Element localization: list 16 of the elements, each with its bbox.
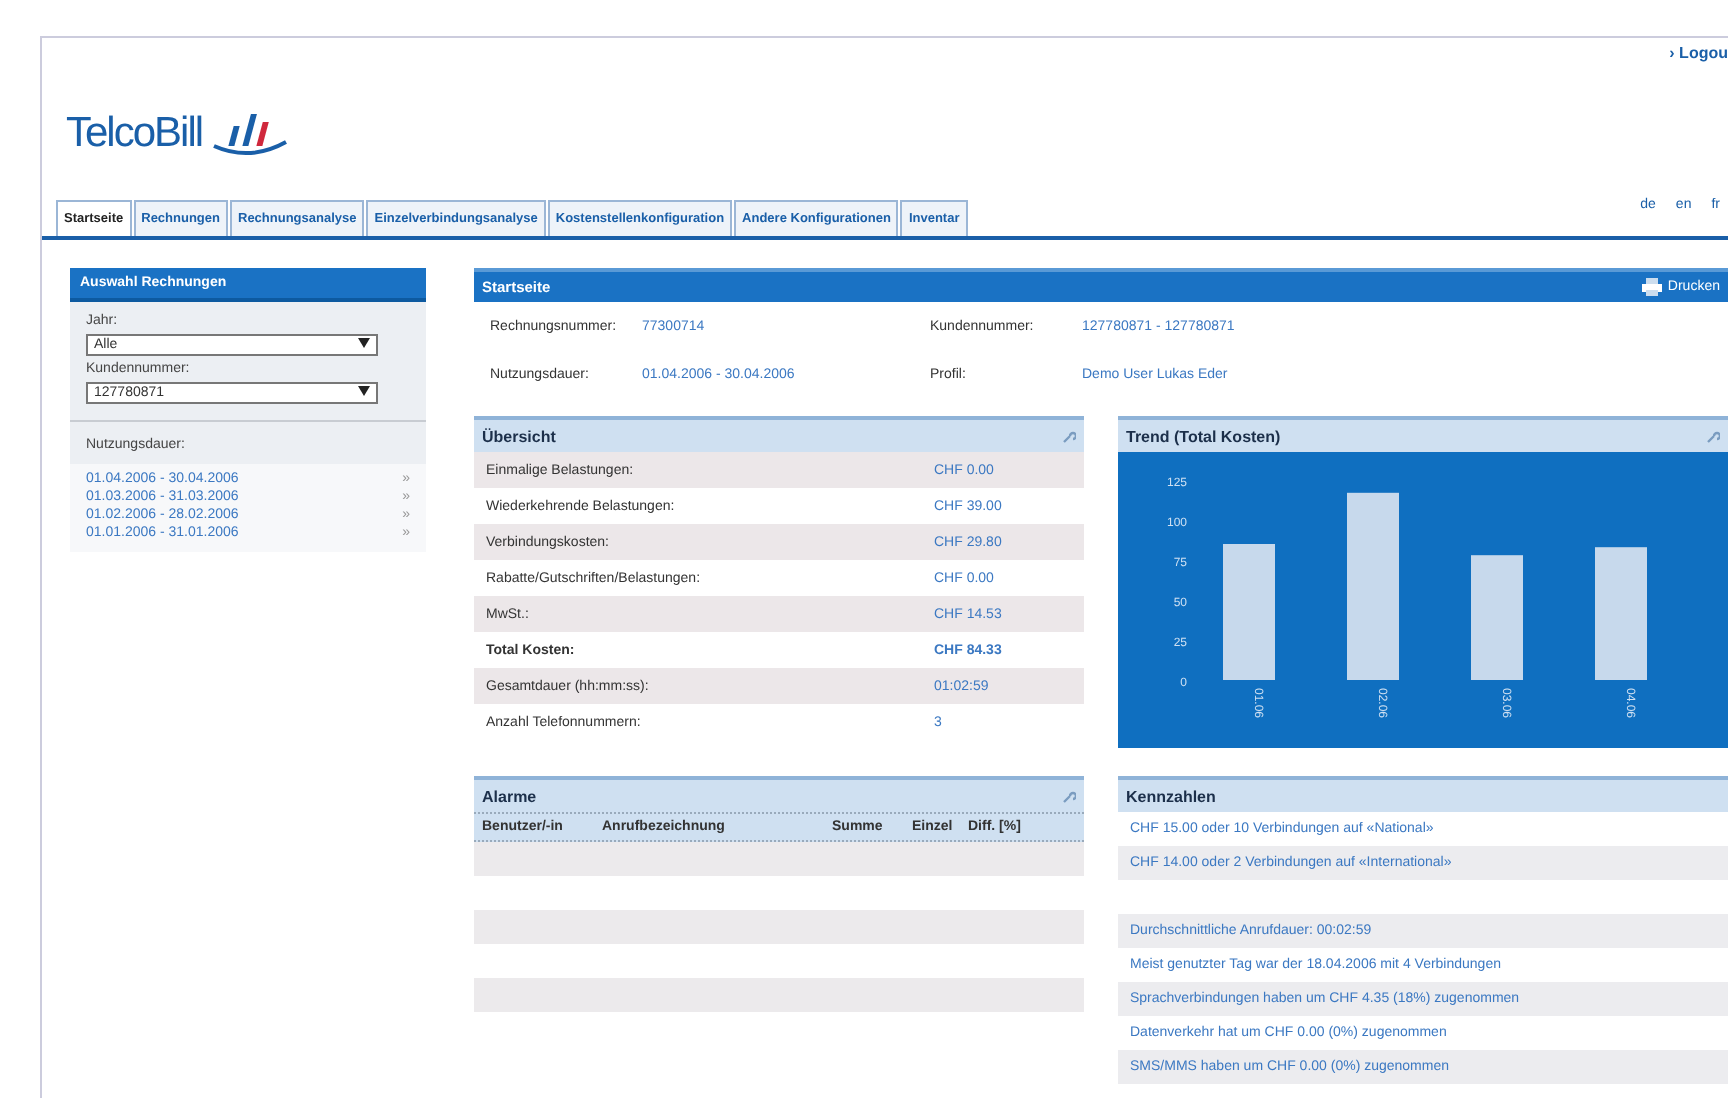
wrench-icon[interactable] (1062, 430, 1076, 444)
printer-icon (1641, 278, 1662, 296)
panel-title: Alarme (482, 788, 537, 806)
logout-link[interactable]: › Logou (1669, 44, 1728, 62)
panel-title: Trend (Total Kosten) (1126, 428, 1281, 446)
chart-bar (1223, 544, 1275, 680)
panel-title: Übersicht (482, 428, 556, 446)
dropdown-arrow-icon (358, 386, 370, 396)
wrench-icon[interactable] (1706, 430, 1720, 444)
wrench-icon[interactable] (1062, 790, 1076, 804)
chart-bar (1471, 555, 1523, 680)
logo-icon (210, 110, 291, 158)
chart-bar (1595, 547, 1647, 680)
dropdown-arrow-icon (358, 338, 370, 348)
logo-text: TelcoBill (66, 110, 203, 158)
panel-title: Kennzahlen (1126, 788, 1216, 806)
